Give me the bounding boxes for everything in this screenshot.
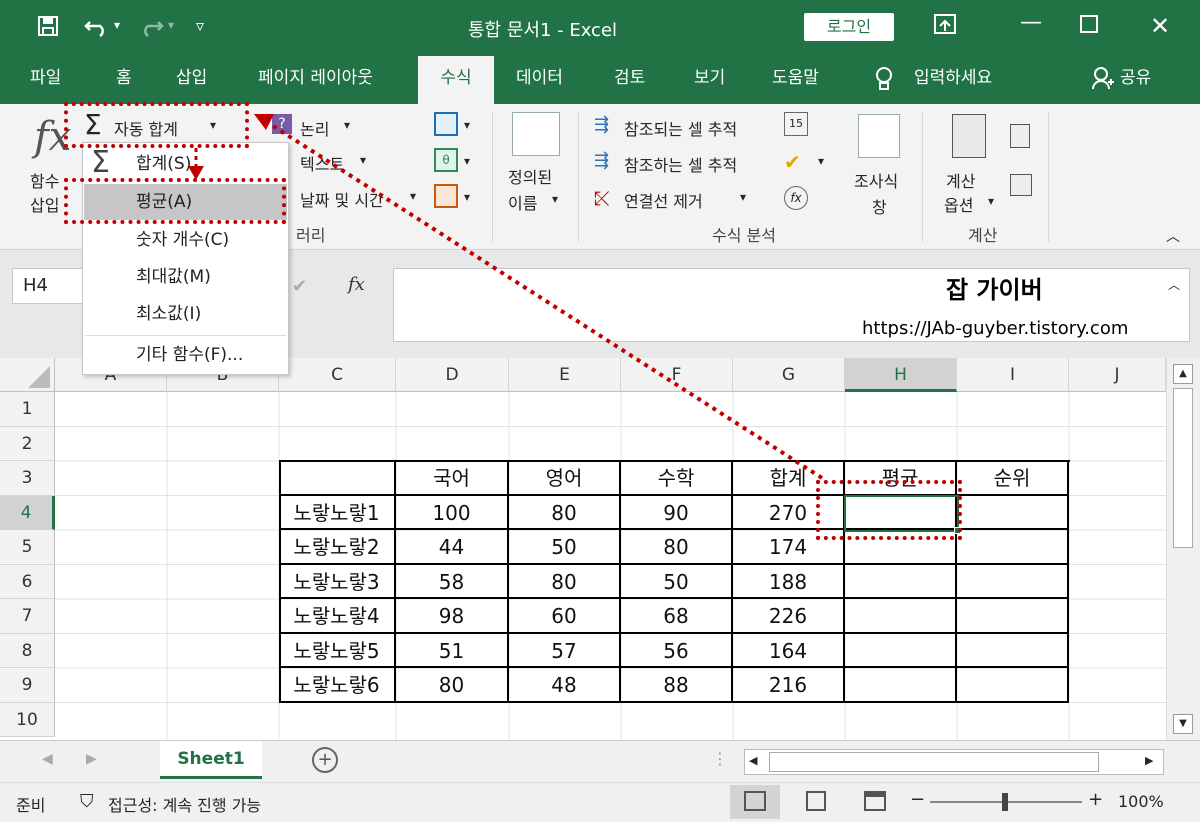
annotation-arrows — [188, 114, 824, 480]
arrow-up-left-icon — [254, 114, 274, 130]
arrow-down-icon — [188, 166, 204, 180]
